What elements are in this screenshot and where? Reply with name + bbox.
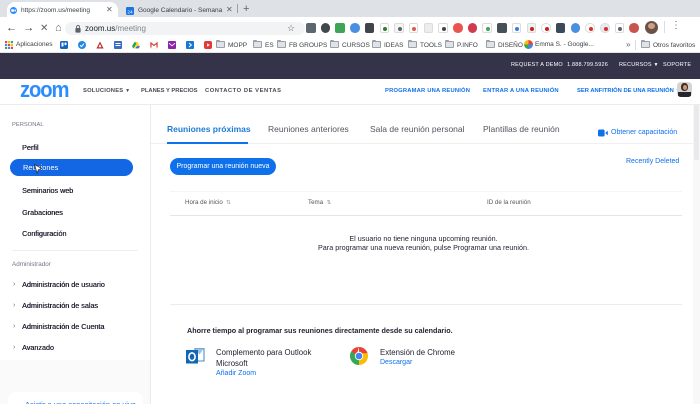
svg-text:24: 24	[127, 9, 133, 15]
